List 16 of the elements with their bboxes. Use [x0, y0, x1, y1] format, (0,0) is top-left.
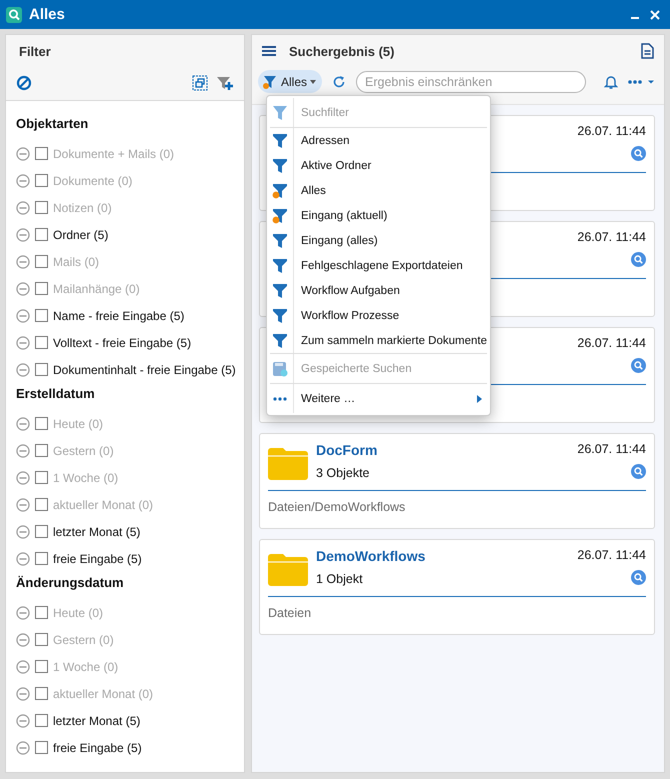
date-label: 26.07. 11:44	[577, 336, 646, 350]
object-count: 3 Objekte	[316, 466, 370, 480]
menu-header: Suchfilter	[267, 98, 490, 127]
folder-path: Dateien/DemoWorkflows	[268, 500, 406, 514]
window-title: Alles	[29, 6, 65, 23]
section-heading: Änderungsdatum	[16, 574, 125, 592]
panel-title: Filter	[19, 44, 52, 59]
date-label: 26.07. 11:44	[577, 230, 646, 244]
date-label: 26.07. 11:44	[577, 124, 646, 138]
panel-title: Suchergebnis (5)	[288, 44, 394, 58]
date-label: 26.07. 11:44	[577, 548, 646, 562]
date-label: 26.07. 11:44	[577, 442, 646, 456]
folder-path: Dateien	[268, 606, 312, 620]
section-heading: Objektarten	[16, 115, 90, 133]
section-heading: Erstelldatum	[16, 385, 96, 403]
object-count: 1 Objekt	[316, 572, 364, 586]
